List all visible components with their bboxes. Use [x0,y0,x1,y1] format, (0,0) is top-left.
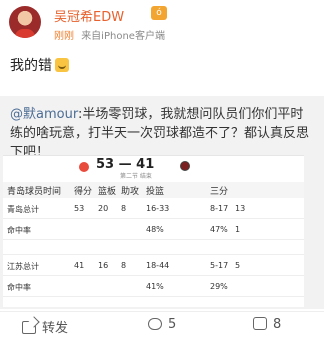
row-rebounds: 20 [98,204,109,213]
table-row: 江苏总计 41 16 8 18-44 5-17 5 [3,256,304,276]
row-points: 41 [74,261,85,270]
row-points: 53 [74,204,85,213]
row-extra: 13 [235,204,246,213]
col-header-fg: 投篮 [146,187,165,197]
col-header-time: 时间 [43,187,62,197]
row-fg: 41% [146,282,164,291]
away-team-logo-icon [180,161,190,171]
verified-badge-icon: ó [151,6,167,20]
comment-button[interactable]: 5 [148,317,176,332]
row-assists: 8 [121,261,127,270]
avatar[interactable] [9,6,41,38]
row-3pt: 8-17 [210,204,229,213]
emoji-icon [55,58,69,72]
col-header-points: 得分 [74,187,93,197]
share-icon [22,321,36,334]
row-3pt: 5-17 [210,261,229,270]
table-row-spacer [3,241,304,255]
table-row: 命中率 48% 47% 1 [3,220,304,240]
row-name: 命中率 [7,283,31,292]
like-button[interactable]: 8 [253,317,281,332]
row-3pt: 47% [210,225,228,234]
comment-count: 5 [168,317,177,332]
retweet-mention[interactable]: @默amour [10,107,78,122]
post-header: 吴冠希EDW ó 刚刚 来自iPhone客户端 [0,0,324,46]
post-text-content: 我的错 [10,58,52,74]
row-extra: 1 [235,225,241,234]
share-label: 转发 [42,321,69,336]
table-row: 命中率 41% 29% [3,277,304,297]
col-header-3pt: 三分 [210,187,229,197]
stats-header-row: 青岛球员 时间 得分 篮板 助攻 投篮 三分 [3,182,304,198]
action-bar: 转发 5 8 [0,311,324,338]
like-count: 8 [273,317,282,332]
retweet-text: @默amour:半场零罚球，我就想问队员们你们平时练的啥玩意，打半天一次罚球都造… [10,105,316,162]
home-team-logo-icon [79,162,89,172]
comment-icon [148,318,162,330]
row-fg: 16-33 [146,204,170,213]
game-score: 53 — 41 [96,157,155,172]
post-text: 我的错 [10,55,69,75]
row-name: 命中率 [7,226,31,235]
col-header-rebounds: 篮板 [98,187,117,197]
row-assists: 8 [121,204,127,213]
post-time: 刚刚 [54,31,74,42]
post-source: 来自iPhone客户端 [81,31,165,42]
post-meta: 刚刚 来自iPhone客户端 [54,27,165,42]
table-row: 青岛总计 53 20 8 16-33 8-17 13 [3,199,304,219]
row-fg: 18-44 [146,261,170,270]
share-button[interactable]: 转发 [22,317,68,336]
row-3pt: 29% [210,282,228,291]
row-extra: 5 [235,261,241,270]
scoreboard-header: 53 — 41 第二节 结束 [3,156,304,180]
row-name: 青岛总计 [7,205,39,214]
scoreboard-image[interactable]: 53 — 41 第二节 结束 青岛球员 时间 得分 篮板 助攻 投篮 三分 青岛… [3,155,304,307]
row-rebounds: 16 [98,261,109,270]
username[interactable]: 吴冠希EDW [54,6,124,25]
col-header-assists: 助攻 [121,187,140,197]
like-icon [253,317,267,330]
row-fg: 48% [146,225,164,234]
col-header-player: 青岛球员 [7,187,44,197]
row-name: 江苏总计 [7,262,39,271]
game-period: 第二节 结束 [120,173,152,180]
